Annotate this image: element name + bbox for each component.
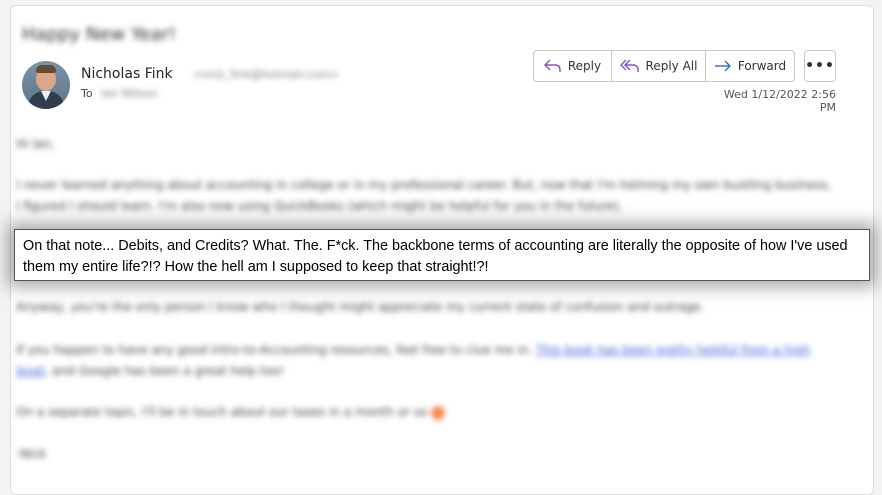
email-paragraph-4: If you happen to have any good intro-to-… — [16, 340, 836, 382]
smile-emoji-icon — [431, 405, 446, 420]
sender-email: <nick_fink@hotmail.com> — [193, 68, 340, 81]
more-icon: ••• — [805, 58, 835, 74]
reply-all-button[interactable]: Reply All — [611, 51, 705, 81]
message-actions: Reply Reply All Forward — [533, 50, 795, 82]
email-paragraph-3: Anyway, you're the only person I know wh… — [16, 300, 705, 314]
highlighted-quote: On that note... Debits, and Credits? Wha… — [14, 229, 870, 281]
reply-all-label: Reply All — [645, 59, 698, 73]
reply-button[interactable]: Reply — [534, 51, 611, 81]
forward-button[interactable]: Forward — [705, 51, 794, 81]
email-paragraph-5: On a separate topic, I'll be in touch ab… — [16, 402, 836, 423]
to-label: To — [81, 87, 93, 100]
email-signoff: -Nick — [16, 447, 47, 461]
to-recipient[interactable]: Ian Wilson — [101, 87, 158, 100]
paragraph-4-text: If you happen to have any good intro-to-… — [16, 343, 533, 357]
reply-all-icon — [619, 59, 639, 72]
email-greeting: Hi Ian, — [16, 137, 55, 151]
forward-label: Forward — [737, 59, 787, 73]
reply-label: Reply — [567, 59, 602, 73]
email-paragraph-1: I never learned anything about accountin… — [16, 178, 832, 213]
sender-avatar[interactable] — [22, 61, 70, 109]
email-subject: Happy New Year! — [22, 24, 177, 45]
paragraph-5-text: On a separate topic, I'll be in touch ab… — [16, 405, 428, 419]
paragraph-4-tail: , and Google has been a great help too! — [44, 364, 285, 378]
received-date: Wed 1/12/2022 2:56 PM — [723, 88, 836, 114]
more-actions-button[interactable]: ••• — [804, 50, 836, 82]
reply-icon — [543, 59, 561, 72]
forward-arrow-icon — [714, 60, 731, 72]
sender-name[interactable]: Nicholas Fink — [81, 66, 173, 82]
